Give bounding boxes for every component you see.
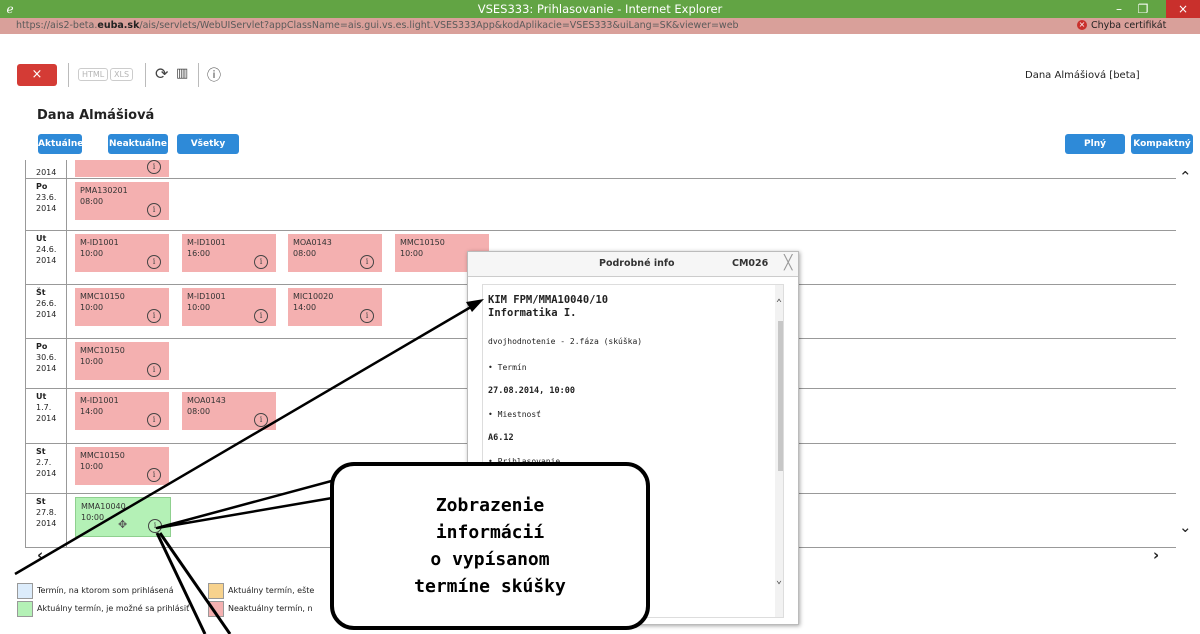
callout-pointer (155, 474, 352, 530)
callout-line: informácií (435, 522, 545, 543)
arrow-line (155, 532, 207, 634)
callout-text: Zobrazenie informácií o vypísanom termín… (330, 492, 650, 600)
arrow-line (158, 532, 232, 634)
callout-line: termíne skúšky (414, 576, 566, 597)
callout-line: Zobrazenie (435, 495, 545, 516)
arrow-head (466, 299, 484, 312)
callout-line: o vypísanom (430, 549, 550, 570)
